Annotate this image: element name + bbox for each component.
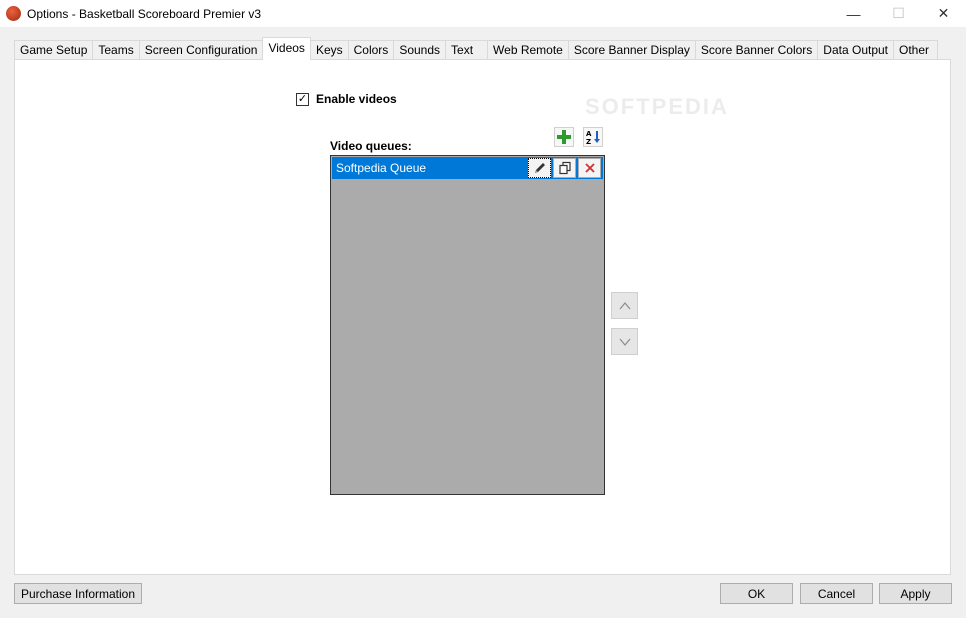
apply-button[interactable]: Apply xyxy=(879,583,952,604)
tab-web-remote[interactable]: Web Remote xyxy=(487,40,569,60)
move-down-button[interactable] xyxy=(611,328,638,355)
move-up-button[interactable] xyxy=(611,292,638,319)
queue-name: Softpedia Queue xyxy=(336,161,427,175)
tab-data-output[interactable]: Data Output xyxy=(817,40,895,60)
tab-score-banner-display[interactable]: Score Banner Display xyxy=(567,40,696,60)
delete-queue-button[interactable] xyxy=(578,158,601,178)
close-button[interactable]: ✕ xyxy=(921,0,966,27)
tab-colors[interactable]: Colors xyxy=(347,40,395,60)
video-queues-label: Video queues: xyxy=(330,139,412,153)
sort-queues-button[interactable]: A Z xyxy=(583,127,603,147)
video-queues-list[interactable]: Softpedia Queue xyxy=(330,155,605,495)
edit-queue-button[interactable] xyxy=(528,158,551,178)
tab-keys[interactable]: Keys xyxy=(309,40,349,60)
cancel-button[interactable]: Cancel xyxy=(800,583,873,604)
minimize-button[interactable]: — xyxy=(831,0,876,27)
tab-videos[interactable]: Videos xyxy=(262,37,311,60)
edit-icon xyxy=(534,163,545,173)
ok-button[interactable]: OK xyxy=(720,583,793,604)
svg-text:A: A xyxy=(586,130,592,138)
purchase-information-button[interactable]: Purchase Information xyxy=(14,583,142,604)
copy-icon xyxy=(558,161,571,175)
enable-videos-label: Enable videos xyxy=(316,92,397,106)
tab-sounds[interactable]: Sounds xyxy=(393,40,447,60)
videos-tab-panel: SOFTPEDIA ✓ Enable videos Video queues: … xyxy=(14,59,951,575)
options-tabstrip: Game Setup Teams Screen Configuration Vi… xyxy=(14,37,939,60)
copy-queue-button[interactable] xyxy=(553,158,576,178)
plus-icon xyxy=(557,130,571,144)
tab-other[interactable]: Other xyxy=(893,40,939,60)
tab-screen-configuration[interactable]: Screen Configuration xyxy=(138,40,264,60)
tab-text[interactable]: Text xyxy=(445,40,489,60)
chevron-down-icon xyxy=(619,338,630,346)
softpedia-watermark: SOFTPEDIA xyxy=(585,94,729,119)
title-bar: Options - Basketball Scoreboard Premier … xyxy=(0,0,966,27)
svg-text:Z: Z xyxy=(586,138,591,145)
sort-az-icon: A Z xyxy=(586,130,600,145)
maximize-button[interactable]: ☐ xyxy=(876,0,921,27)
list-item[interactable]: Softpedia Queue xyxy=(332,157,603,179)
basketball-app-icon xyxy=(6,6,21,21)
tab-teams[interactable]: Teams xyxy=(92,40,140,60)
tab-game-setup[interactable]: Game Setup xyxy=(14,40,94,60)
window-title: Options - Basketball Scoreboard Premier … xyxy=(27,6,262,21)
tab-score-banner-colors[interactable]: Score Banner Colors xyxy=(694,40,819,60)
enable-videos-row[interactable]: ✓ Enable videos xyxy=(296,92,397,106)
window-controls: — ☐ ✕ xyxy=(831,0,966,27)
chevron-up-icon xyxy=(619,301,630,309)
add-queue-button[interactable] xyxy=(554,127,574,147)
enable-videos-checkbox[interactable]: ✓ xyxy=(296,92,309,106)
delete-icon xyxy=(584,163,595,173)
